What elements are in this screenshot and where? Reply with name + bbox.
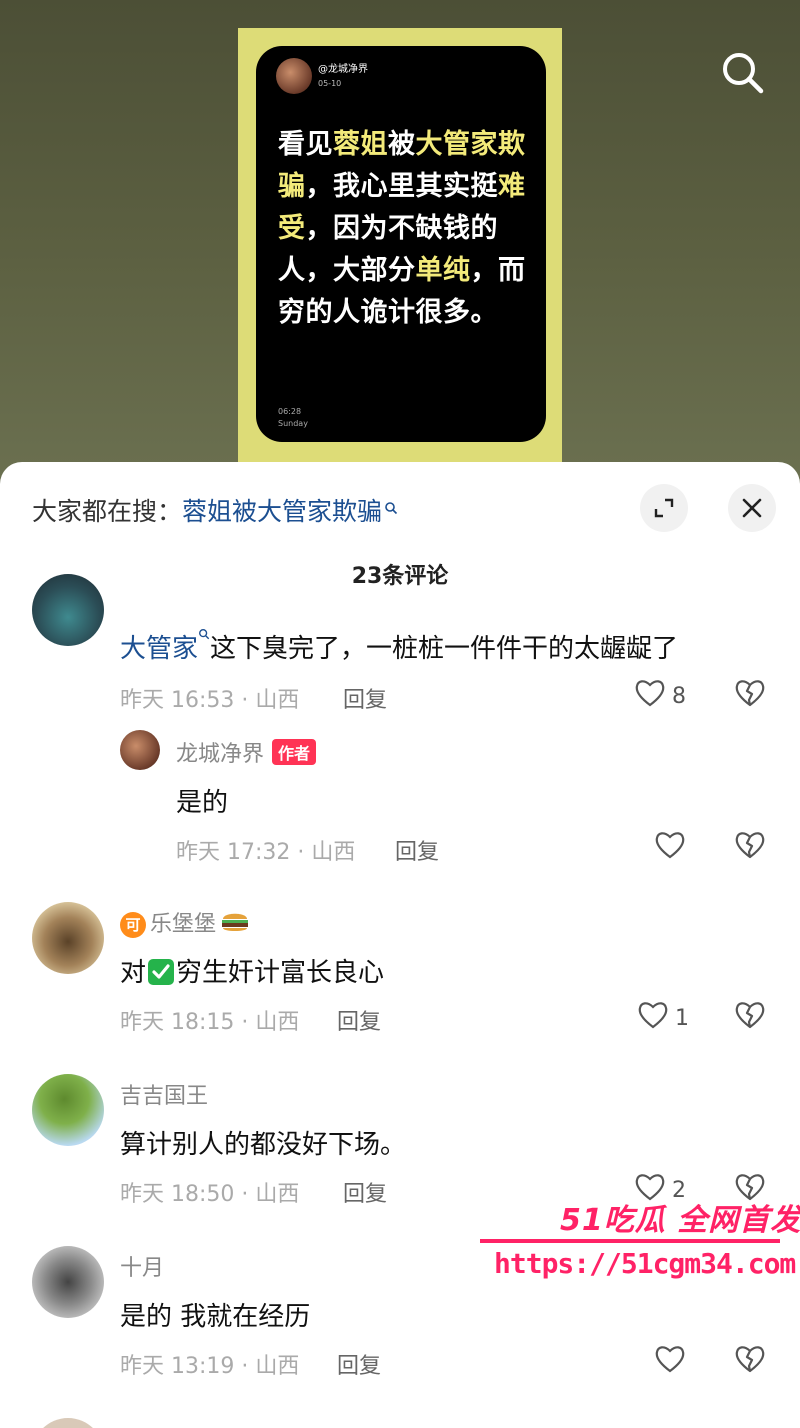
post-date: 05-10 xyxy=(318,79,342,88)
trending-search-bar[interactable]: 大家都在搜：蓉姐被大管家欺骗 xyxy=(32,492,398,528)
post-quote-segment: 看见 xyxy=(278,129,333,160)
avatar[interactable] xyxy=(120,730,160,770)
comment-body-start: 对 xyxy=(120,958,147,988)
heart-icon xyxy=(634,678,666,714)
comment-item: 大管家 这下臭完了，一桩桩一件件干的太龌龊了 昨天 16:53 · 山西 回复 8 xyxy=(0,574,800,714)
comment-reply-item: 龙城净界 作者 是的 昨天 17:32 · 山西 回复 xyxy=(0,726,800,866)
post-quote-segment: ，我心里其实挺 xyxy=(305,171,498,202)
comment-body: 这下臭完了，一桩桩一件件干的太龌龊了 xyxy=(210,634,679,664)
video-background[interactable]: @龙城净界 05-10 看见蓉姐被大管家欺骗，我心里其实挺难受，因为不缺钱的人，… xyxy=(0,0,800,480)
burger-icon xyxy=(220,909,250,941)
heart-icon xyxy=(654,830,686,866)
comment-text: 算计别人的都没好下场。 xyxy=(120,1130,407,1160)
post-quote-text: 看见蓉姐被大管家欺骗，我心里其实挺难受，因为不缺钱的人，大部分单纯，而穷的人诡计… xyxy=(278,124,528,334)
comment-text: 是的 我就在经历 xyxy=(120,1302,311,1332)
avatar[interactable] xyxy=(32,574,104,646)
post-quote-highlight: 大管家 xyxy=(415,129,498,160)
heart-icon xyxy=(637,1000,669,1036)
trending-search-prefix: 大家都在搜： xyxy=(32,497,183,526)
expand-icon xyxy=(654,498,674,518)
search-icon xyxy=(198,629,210,664)
reply-button[interactable]: 回复 xyxy=(395,834,439,866)
comment-count: 23条评论 xyxy=(351,564,449,589)
level-badge: 可 xyxy=(120,912,146,938)
check-mark-icon xyxy=(148,959,175,985)
avatar[interactable] xyxy=(32,1074,104,1146)
heart-icon xyxy=(654,1344,686,1380)
like-button[interactable]: 1 xyxy=(637,1000,689,1036)
comment-time-location: 昨天 18:15 · 山西 xyxy=(120,1010,300,1035)
avatar[interactable] xyxy=(32,902,104,974)
comment-time-location: 昨天 16:53 · 山西 xyxy=(120,688,300,713)
author-name[interactable]: 十月 xyxy=(120,1250,164,1282)
avatar[interactable] xyxy=(32,1246,104,1318)
search-icon xyxy=(384,492,398,521)
like-button[interactable] xyxy=(654,830,686,866)
watermark-divider xyxy=(480,1239,780,1243)
comment-text: 大管家 这下臭完了，一桩桩一件件干的太龌龊了 xyxy=(120,628,678,665)
like-count: 1 xyxy=(675,1005,689,1031)
post-day: Sunday xyxy=(278,419,308,428)
expand-button[interactable] xyxy=(640,484,688,532)
comment-time-location: 昨天 18:50 · 山西 xyxy=(120,1182,300,1207)
broken-heart-icon xyxy=(734,832,766,864)
post-time: 06:28 xyxy=(278,407,302,416)
comment-mention[interactable]: 大管家 xyxy=(120,634,198,664)
broken-heart-icon xyxy=(734,1002,766,1034)
watermark: 51吃瓜 全网首发 https://51cgm34.com xyxy=(480,1195,800,1290)
comment-text: 对穷生奸计富长良心 xyxy=(120,952,384,989)
reply-button[interactable]: 回复 xyxy=(343,682,387,714)
comment-author-name[interactable]: 可乐堡堡 xyxy=(120,906,250,941)
reply-button[interactable]: 回复 xyxy=(343,1176,387,1208)
like-button[interactable]: 8 xyxy=(634,678,686,714)
post-quote-segment: 被 xyxy=(388,129,416,160)
author-name[interactable]: 龙城净界 xyxy=(176,742,264,767)
post-avatar xyxy=(276,58,312,94)
watermark-url: https://51cgm34.com xyxy=(494,1247,796,1280)
comment-author-name[interactable]: 龙城净界 作者 xyxy=(176,736,317,768)
comment-body-end: 穷生奸计富长良心 xyxy=(176,958,385,988)
comment-time-location: 昨天 17:32 · 山西 xyxy=(176,840,356,865)
dislike-button[interactable] xyxy=(734,678,766,712)
post-quote-highlight: 单纯 xyxy=(415,255,471,286)
like-count: 8 xyxy=(672,683,686,709)
avatar[interactable] xyxy=(32,1418,104,1428)
broken-heart-icon xyxy=(734,1346,766,1378)
author-name[interactable]: 乐堡堡 xyxy=(150,912,216,937)
post-username: @龙城净界 xyxy=(318,64,368,75)
trending-search-term[interactable]: 蓉姐被大管家欺骗 xyxy=(182,497,382,526)
post-timestamp: 06:28 Sunday xyxy=(278,406,308,430)
like-button[interactable] xyxy=(654,1344,686,1380)
post-image-card: @龙城净界 05-10 看见蓉姐被大管家欺骗，我心里其实挺难受，因为不缺钱的人，… xyxy=(256,46,546,442)
post-quote-highlight: 蓉姐 xyxy=(333,129,388,160)
dislike-button[interactable] xyxy=(734,830,766,864)
comment-time-location: 昨天 13:19 · 山西 xyxy=(120,1354,300,1379)
author-badge: 作者 xyxy=(272,739,317,765)
comment-text: 是的 xyxy=(176,788,229,818)
search-icon[interactable] xyxy=(718,48,768,98)
close-icon xyxy=(742,498,762,518)
dislike-button[interactable] xyxy=(734,1000,766,1034)
reply-button[interactable]: 回复 xyxy=(337,1348,381,1380)
author-name[interactable]: 吉吉国王 xyxy=(120,1078,208,1110)
reply-button[interactable]: 回复 xyxy=(337,1004,381,1036)
close-button[interactable] xyxy=(728,484,776,532)
watermark-title: 51吃瓜 全网首发 xyxy=(560,1203,800,1238)
dislike-button[interactable] xyxy=(734,1344,766,1378)
broken-heart-icon xyxy=(734,680,766,712)
comment-item: 可乐堡堡 对穷生奸计富长良心 昨天 18:15 · 山西 回复 1 xyxy=(0,902,800,1052)
